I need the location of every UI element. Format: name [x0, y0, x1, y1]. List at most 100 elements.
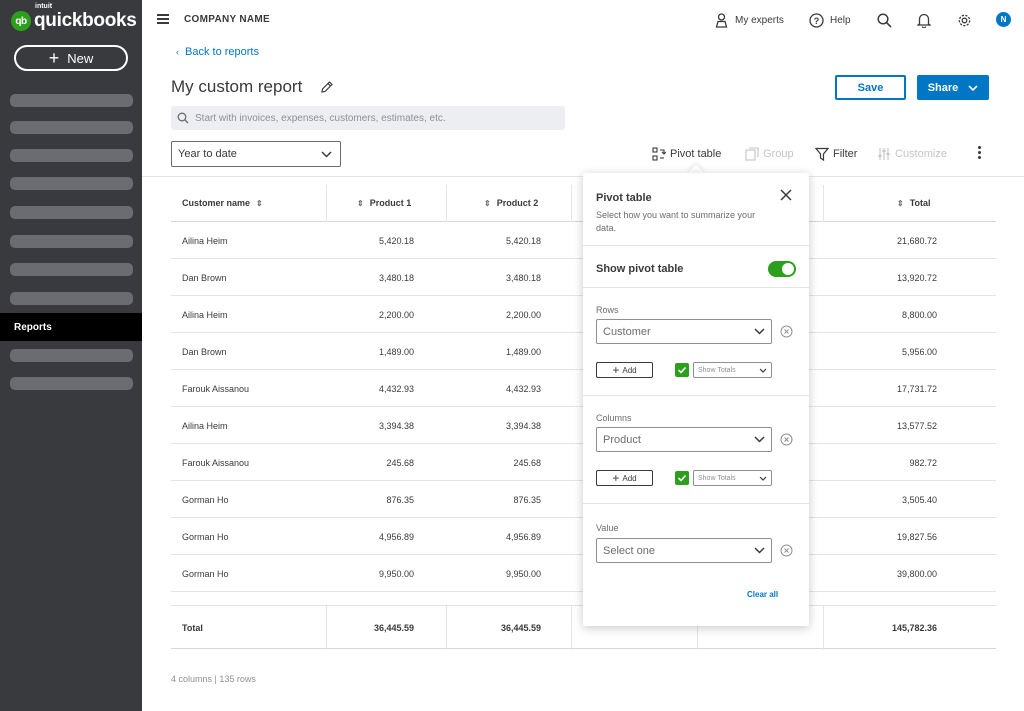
customer-name-cell: Farouk Aissanou — [182, 383, 250, 394]
sidebar-item-placeholder[interactable] — [10, 292, 133, 305]
chevron-down-icon — [968, 84, 978, 91]
customer-name-cell: Ailina Heim — [182, 420, 228, 431]
clear-rows-icon[interactable] — [780, 325, 793, 338]
customer-name-cell: Dan Brown — [182, 346, 227, 357]
my-experts-link[interactable]: My experts — [715, 10, 784, 30]
total-cell: 21,680.72 — [896, 235, 937, 246]
pivot-icon — [652, 147, 666, 161]
help-label: Help — [830, 14, 851, 26]
sidebar-item-placeholder[interactable] — [10, 206, 133, 219]
columns-select[interactable]: Product — [596, 427, 772, 452]
pivot-table-button[interactable]: Pivot table — [652, 145, 721, 163]
show-pivot-label: Show pivot table — [596, 263, 684, 275]
sidebar-item-reports[interactable]: Reports — [0, 313, 142, 341]
total-cell: 13,920.72 — [896, 272, 937, 283]
add-column-button[interactable]: + Add — [596, 470, 653, 486]
sidebar-item-placeholder[interactable] — [10, 377, 133, 390]
rows-show-totals-select[interactable]: Show Totals — [693, 362, 772, 378]
product-2-cell: 5,420.18 — [505, 235, 541, 246]
customer-name-cell: Farouk Aissanou — [182, 457, 250, 468]
more-options-icon[interactable] — [978, 146, 982, 161]
pivot-table-panel: Pivot table Select how you want to summa… — [583, 173, 809, 626]
show-pivot-toggle[interactable] — [768, 261, 796, 277]
columns-show-totals-select[interactable]: Show Totals — [693, 470, 772, 486]
rows-select[interactable]: Customer — [596, 319, 772, 344]
sliders-icon — [878, 148, 890, 160]
product-2-cell: 2,200.00 — [505, 309, 541, 320]
column-header-product-1[interactable]: ⇕ Product 1 — [357, 185, 411, 221]
total-label: Total — [182, 623, 203, 633]
sidebar-item-placeholder[interactable] — [10, 177, 133, 190]
back-to-reports-link[interactable]: ‹ Back to reports — [176, 46, 259, 58]
value-select[interactable]: Select one — [596, 538, 772, 563]
total-cell: 982.72 — [909, 457, 937, 468]
chevron-down-icon — [759, 476, 767, 481]
close-icon[interactable] — [779, 188, 793, 202]
value-select-placeholder: Select one — [603, 544, 655, 557]
avatar[interactable]: N — [996, 12, 1011, 27]
chevron-down-icon — [754, 547, 765, 554]
filter-icon — [815, 147, 829, 161]
notifications-button[interactable] — [917, 10, 931, 30]
sidebar-item-placeholder[interactable] — [10, 94, 133, 107]
person-icon — [715, 12, 728, 28]
sidebar-item-placeholder[interactable] — [10, 121, 133, 134]
sidebar-item-placeholder[interactable] — [10, 263, 133, 276]
total-product-1: 36,445.59 — [373, 623, 414, 633]
table-meta: 4 columns | 135 rows — [171, 674, 256, 684]
product-1-cell: 1,489.00 — [378, 346, 414, 357]
value-label: Value — [596, 523, 619, 533]
customize-button[interactable]: Customize — [877, 145, 947, 163]
column-header-product-2[interactable]: ⇕ Product 2 — [484, 185, 538, 221]
search-icon — [177, 112, 189, 124]
pivot-table-label: Pivot table — [670, 148, 722, 160]
date-range-value: Year to date — [178, 148, 237, 160]
column-header-customer-name[interactable]: Customer name ⇕ — [182, 185, 263, 221]
customer-name-cell: Ailina Heim — [182, 235, 228, 246]
plus-icon: + — [48, 48, 60, 68]
help-link[interactable]: ? Help — [809, 10, 851, 30]
columns-show-totals-checkbox[interactable] — [675, 471, 689, 485]
total-cell: 17,731.72 — [896, 383, 937, 394]
share-button-label: Share — [927, 81, 959, 94]
column-header-total[interactable]: ⇕ Total — [897, 185, 931, 221]
bell-icon — [917, 13, 931, 28]
add-row-button[interactable]: + Add — [596, 362, 653, 378]
sidebar-item-placeholder[interactable] — [10, 235, 133, 248]
filter-button[interactable]: Filter — [815, 145, 857, 163]
sidebar-item-placeholder[interactable] — [10, 149, 133, 162]
rows-label: Rows — [596, 305, 619, 315]
product-2-cell: 245.68 — [513, 457, 541, 468]
clear-value-icon[interactable] — [780, 544, 793, 557]
total-cell: 5,956.00 — [901, 346, 937, 357]
intuit-wordmark: intuit — [35, 3, 53, 10]
new-button[interactable]: + New — [14, 45, 128, 71]
columns-select-value: Product — [603, 433, 641, 446]
sort-icon: ⇕ — [357, 198, 364, 208]
clear-all-link[interactable]: Clear all — [747, 590, 778, 599]
sidebar-item-placeholder[interactable] — [10, 349, 133, 362]
report-search-input[interactable]: Start with invoices, expenses, customers… — [171, 106, 565, 130]
plus-icon: + — [612, 363, 620, 377]
settings-button[interactable] — [957, 10, 972, 30]
search-icon — [877, 12, 892, 28]
date-range-select[interactable]: Year to date — [171, 141, 341, 167]
total-cell: 3,505.40 — [901, 494, 937, 505]
pencil-icon[interactable] — [320, 80, 334, 99]
product-2-cell: 4,432.93 — [505, 383, 541, 394]
chevron-down-icon — [321, 150, 332, 158]
share-button[interactable]: Share — [917, 75, 989, 100]
product-2-cell: 3,394.38 — [505, 420, 541, 431]
top-bar: COMPANY NAME My experts ? Help N — [142, 0, 1024, 40]
sort-icon: ⇕ — [897, 198, 904, 208]
clear-columns-icon[interactable] — [780, 433, 793, 446]
hamburger-menu-icon[interactable] — [157, 14, 169, 24]
sort-icon: ⇕ — [484, 198, 491, 208]
rows-show-totals-checkbox[interactable] — [675, 363, 689, 377]
search-button[interactable] — [877, 10, 892, 30]
group-button[interactable]: Group — [745, 145, 794, 163]
quickbooks-logo[interactable]: qb intuit quickbooks — [11, 3, 137, 33]
customer-name-cell: Gorman Ho — [182, 494, 229, 505]
save-button[interactable]: Save — [835, 75, 906, 100]
quickbooks-wordmark: quickbooks — [34, 10, 137, 31]
